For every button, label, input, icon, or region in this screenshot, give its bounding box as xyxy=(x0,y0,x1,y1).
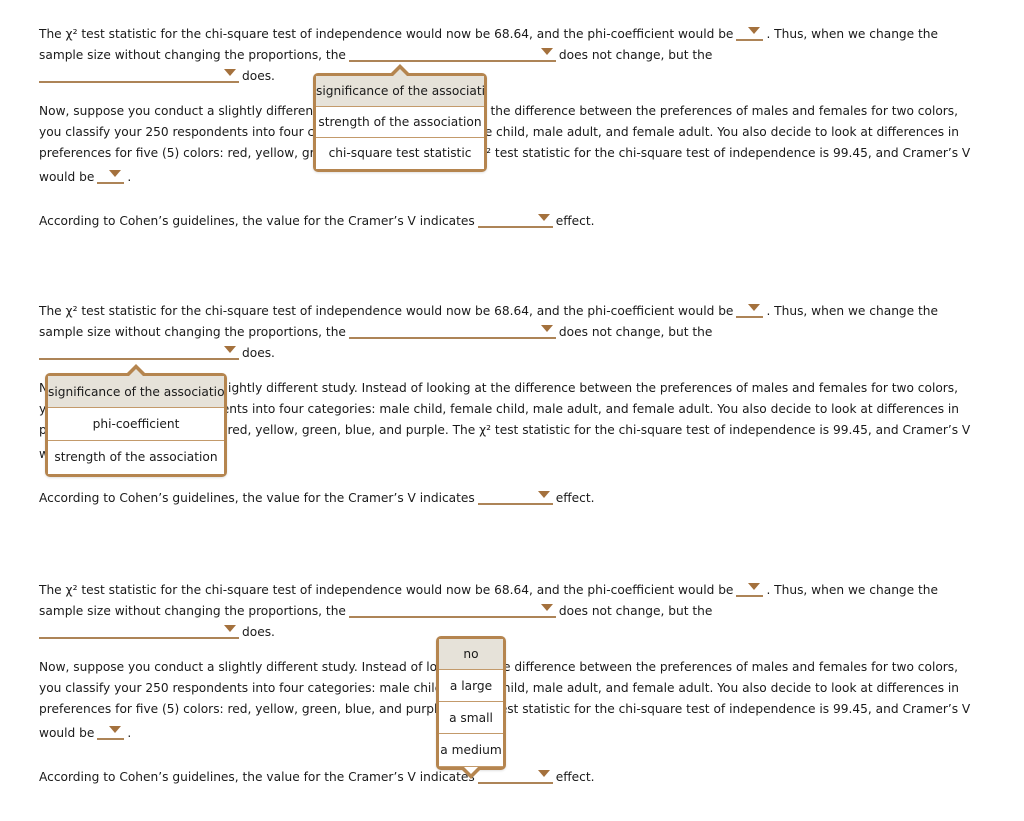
popup-option[interactable]: phi-coefficient xyxy=(48,408,224,441)
cohen-line: According to Cohen’s guidelines, the val… xyxy=(0,764,1024,785)
stem-line-3: does. xyxy=(0,63,1024,84)
stem-text-3b: does. xyxy=(242,69,275,83)
popup-option[interactable]: a medium xyxy=(439,734,503,767)
dropdown-changed-measure[interactable] xyxy=(39,66,239,83)
worksheet-page: The χ² test statistic for the chi-square… xyxy=(0,0,1024,821)
stem-line-1: The χ² test statistic for the chi-square… xyxy=(0,577,1024,598)
chevron-down-icon xyxy=(748,583,761,590)
stem-line-2: sample size without changing the proport… xyxy=(0,598,1024,619)
popup-option[interactable]: strength of the association xyxy=(316,107,484,138)
popup-option[interactable]: significance of the association xyxy=(48,376,224,408)
stem-text-2a: sample size without changing the proport… xyxy=(39,48,346,62)
chevron-down-icon xyxy=(224,69,236,76)
dropdown-changed-measure[interactable] xyxy=(39,622,239,639)
cohen-text-b: effect. xyxy=(555,491,595,505)
chevron-down-icon xyxy=(748,27,761,34)
chevron-down-icon xyxy=(224,346,236,353)
dropdown-unchanged-measure[interactable] xyxy=(348,322,556,339)
stem-text-2a: sample size without changing the proport… xyxy=(39,604,346,618)
stem-line-1: The χ² test statistic for the chi-square… xyxy=(0,298,1024,319)
popup-option[interactable]: no xyxy=(439,639,503,670)
chevron-down-icon xyxy=(540,48,553,55)
stem-line-2: sample size without changing the proport… xyxy=(0,42,1024,63)
dropdown-changed-measure[interactable] xyxy=(39,343,239,360)
dropdown-phi-value[interactable] xyxy=(736,580,764,597)
stem-text-2b: does not change, but the xyxy=(558,604,713,618)
popup-pointer-up xyxy=(129,369,143,376)
scenario-line-4: would be. xyxy=(39,164,1024,185)
scenario-text-4a: would be xyxy=(39,726,95,740)
stem-text-2b: does not change, but the xyxy=(558,325,713,339)
cohen-line: According to Cohen’s guidelines, the val… xyxy=(0,485,1024,506)
chevron-down-icon xyxy=(109,726,122,733)
stem-line-2: sample size without changing the proport… xyxy=(0,319,1024,340)
scenario-text-4b: . xyxy=(127,726,132,740)
chevron-down-icon xyxy=(540,604,553,611)
stem-line-3: does. xyxy=(0,619,1024,640)
stem-text-1a: The χ² test statistic for the chi-square… xyxy=(39,27,734,41)
stem-text-1b: . Thus, when we change the xyxy=(766,583,939,597)
scenario-line-3: preferences for five (5) colors: red, ye… xyxy=(39,702,971,716)
stem-text-3b: does. xyxy=(242,625,275,639)
stem-line-1: The χ² test statistic for the chi-square… xyxy=(0,21,1024,42)
stem-line-3: does. xyxy=(0,340,1024,361)
dropdown-effect-size[interactable] xyxy=(477,488,553,505)
scenario-line-1: Now, suppose you conduct a slightly diff… xyxy=(39,104,959,118)
popup-option[interactable]: strength of the association xyxy=(48,441,224,474)
question-block-3: The χ² test statistic for the chi-square… xyxy=(0,577,1024,785)
dropdown-unchanged-measure[interactable] xyxy=(348,45,556,62)
scenario-line-2: you classify your 250 respondents into f… xyxy=(39,681,960,695)
stem-text-1b: . Thus, when we change the xyxy=(766,304,939,318)
stem-text-2b: does not change, but the xyxy=(558,48,713,62)
popup-option[interactable]: a small xyxy=(439,702,503,734)
dropdown-effect-size[interactable] xyxy=(477,211,553,228)
chevron-down-icon xyxy=(540,325,553,332)
dropdown-phi-value[interactable] xyxy=(736,301,764,318)
cohen-text-a: According to Cohen’s guidelines, the val… xyxy=(39,491,475,505)
dropdown-cramers-v-value[interactable] xyxy=(97,167,125,184)
chevron-down-icon xyxy=(537,491,550,498)
dropdown-unchanged-measure[interactable] xyxy=(348,601,556,618)
scenario-text-4b: . xyxy=(127,170,132,184)
stem-text-1a: The χ² test statistic for the chi-square… xyxy=(39,304,734,318)
scenario-paragraph-1: Now, suppose you conduct a slightly diff… xyxy=(0,101,1024,185)
question-block-1: The χ² test statistic for the chi-square… xyxy=(0,21,1024,229)
cohen-text-b: effect. xyxy=(555,770,595,784)
chevron-down-icon xyxy=(224,625,236,632)
scenario-line-2: you classify your 250 respondents into f… xyxy=(39,125,960,139)
cohen-line: According to Cohen’s guidelines, the val… xyxy=(0,208,1024,229)
dropdown-phi-value[interactable] xyxy=(736,24,764,41)
scenario-line-3: preferences for five (5) colors: red, ye… xyxy=(39,146,971,160)
scenario-paragraph-3: Now, suppose you conduct a slightly diff… xyxy=(0,657,1024,741)
chevron-down-icon xyxy=(748,304,761,311)
scenario-line-1: Now, suppose you conduct a slightly diff… xyxy=(39,660,959,674)
popup-pointer-down xyxy=(464,767,478,774)
popup-option[interactable]: a large xyxy=(439,670,503,702)
dropdown-cramers-v-value[interactable] xyxy=(97,723,125,740)
scenario-text-4a: would be xyxy=(39,170,95,184)
cohen-text-b: effect. xyxy=(555,214,595,228)
cohen-text-a: According to Cohen’s guidelines, the val… xyxy=(39,214,475,228)
chevron-down-icon xyxy=(109,170,122,177)
popup-pointer-up xyxy=(393,69,407,76)
cohen-text-a: According to Cohen’s guidelines, the val… xyxy=(39,770,475,784)
chevron-down-icon xyxy=(537,770,550,777)
popup-option[interactable]: significance of the association xyxy=(316,76,484,107)
stem-text-3b: does. xyxy=(242,346,275,360)
stem-text-2a: sample size without changing the proport… xyxy=(39,325,346,339)
stem-text-1a: The χ² test statistic for the chi-square… xyxy=(39,583,734,597)
scenario-line-4: would be. xyxy=(39,720,1024,741)
stem-text-1b: . Thus, when we change the xyxy=(766,27,939,41)
popup-association-2[interactable]: significance of the association phi-coef… xyxy=(45,364,227,477)
chevron-down-icon xyxy=(537,214,550,221)
popup-association-1[interactable]: significance of the association strength… xyxy=(313,64,487,172)
popup-effect-size[interactable]: no a large a small a medium xyxy=(436,636,506,779)
popup-option[interactable]: chi-square test statistic xyxy=(316,138,484,169)
